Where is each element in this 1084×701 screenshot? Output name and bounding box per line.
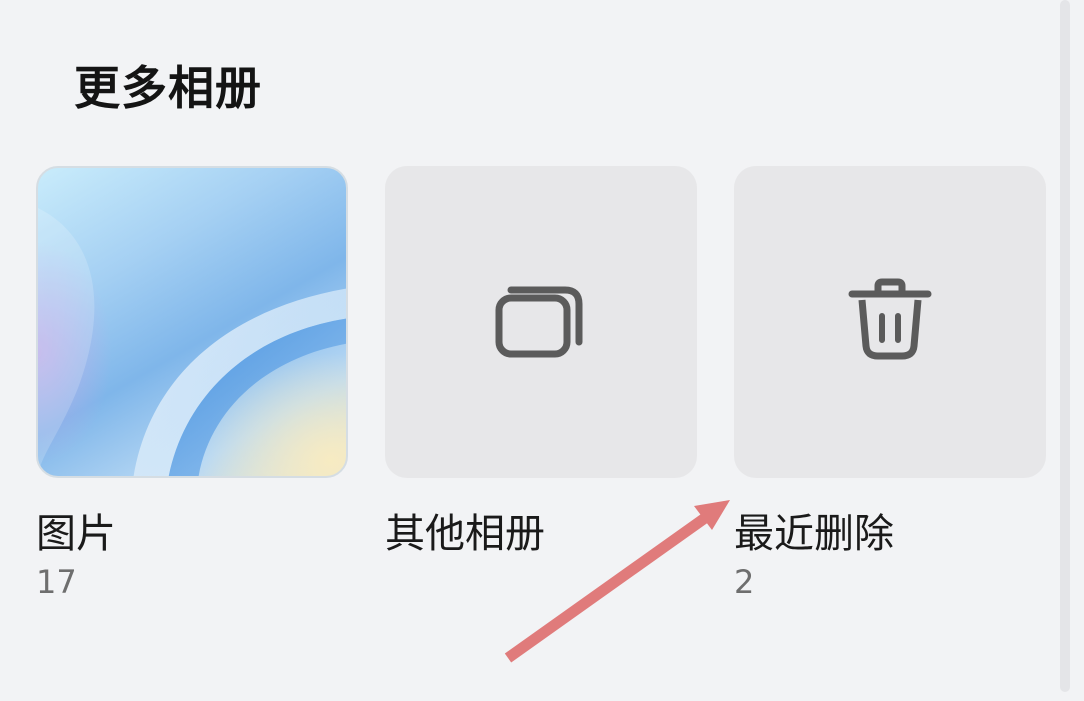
annotation-arrow-icon xyxy=(504,500,730,663)
